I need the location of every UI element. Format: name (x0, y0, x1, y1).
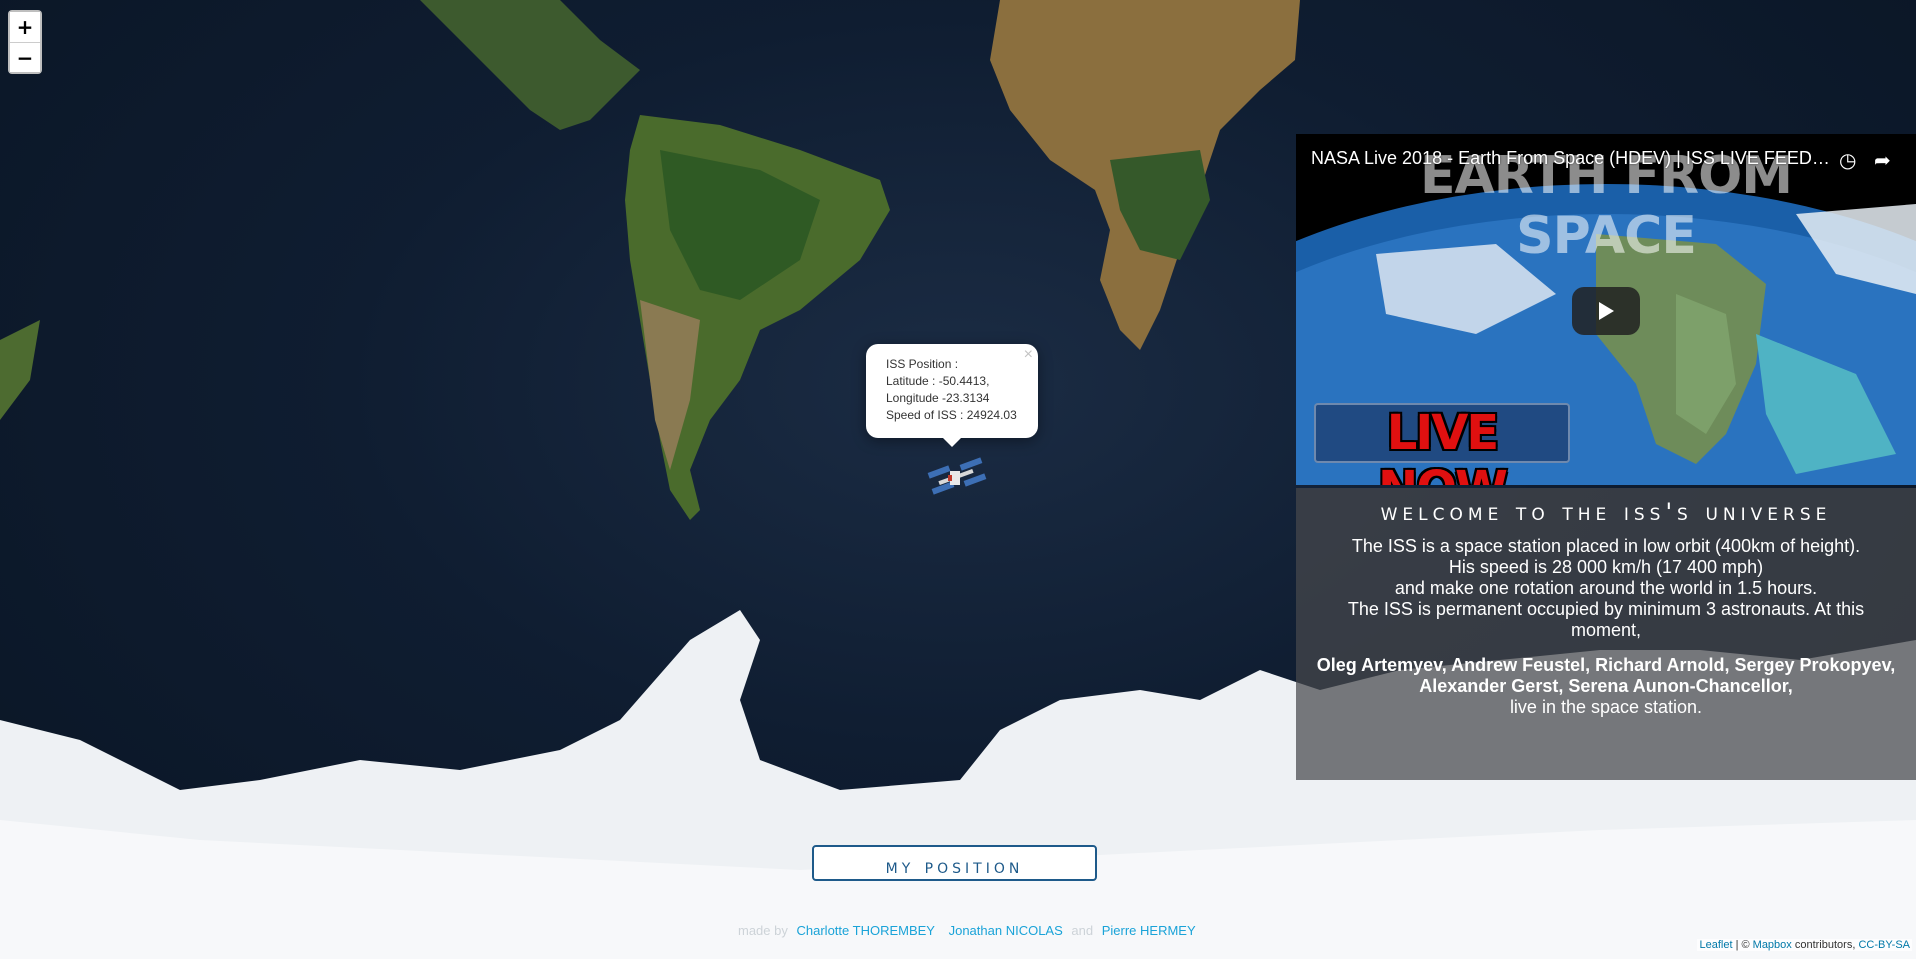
credits: made by Charlotte THOREMBEY Jonathan NIC… (738, 923, 1201, 938)
author-link[interactable]: Charlotte THOREMBEY (797, 923, 935, 938)
popup-close-button[interactable]: × (1024, 346, 1033, 364)
iss-info-panel: Welcome to the ISS's Universe The ISS is… (1296, 488, 1916, 780)
popup-title: ISS Position : (886, 357, 959, 371)
author-link[interactable]: Jonathan NICOLAS (949, 923, 1063, 938)
youtube-video-embed[interactable]: EARTH FROM SPACE NASA Live 2018 - Earth … (1296, 134, 1916, 485)
zoom-in-button[interactable]: + (10, 12, 40, 42)
share-icon[interactable]: ➦ (1874, 148, 1898, 172)
info-closing: live in the space station. (1509, 697, 1703, 717)
info-line: The ISS is permanent occupied by minimum… (1347, 599, 1865, 640)
author-link[interactable]: Pierre HERMEY (1102, 923, 1196, 938)
popup-speed: Speed of ISS : 24924.03 (886, 408, 1017, 422)
astronaut-list: Oleg Artemyev, Andrew Feustel, Richard A… (1316, 655, 1896, 696)
leaflet-link[interactable]: Leaflet (1699, 939, 1732, 951)
mapbox-link[interactable]: Mapbox (1753, 939, 1792, 951)
map-attribution: Leaflet | © Mapbox contributors, CC-BY-S… (1697, 939, 1912, 951)
my-position-button[interactable]: My position (812, 845, 1097, 881)
popup-latitude: Latitude : -50.4413, (886, 374, 990, 388)
attribution-sep: | © (1732, 939, 1753, 951)
info-line: The ISS is a space station placed in low… (1351, 536, 1861, 556)
iss-position-popup: × ISS Position : Latitude : -50.4413, Lo… (866, 344, 1038, 447)
popup-longitude: Longitude -23.3134 (886, 391, 990, 405)
info-heading: Welcome to the ISS's Universe (1380, 498, 1832, 526)
popup-tip (942, 437, 962, 447)
zoom-out-button[interactable]: − (10, 42, 40, 72)
iss-marker-icon[interactable] (924, 455, 988, 501)
attribution-contributors: contributors, (1791, 939, 1859, 951)
zoom-control: + − (8, 10, 42, 74)
license-link[interactable]: CC-BY-SA (1858, 939, 1910, 951)
clock-icon[interactable]: ◷ (1839, 148, 1863, 172)
video-title[interactable]: NASA Live 2018 - Earth From Space (HDEV)… (1311, 148, 1831, 169)
live-now-badge: LIVE NOW (1314, 403, 1570, 485)
credits-prefix: made by (738, 923, 788, 938)
play-button[interactable] (1572, 287, 1640, 335)
info-line: His speed is 28 000 km/h (17 400 mph) (1448, 557, 1764, 577)
credits-and: and (1071, 923, 1094, 938)
info-line: and make one rotation around the world i… (1394, 578, 1818, 598)
